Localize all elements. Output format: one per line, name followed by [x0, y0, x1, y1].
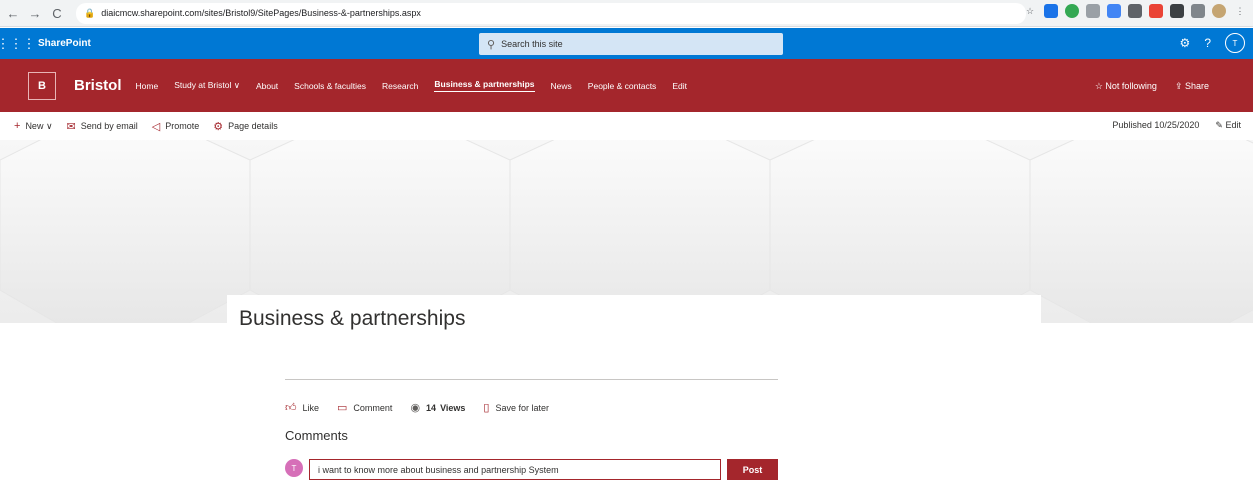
- forward-icon[interactable]: →: [26, 4, 44, 22]
- site-name[interactable]: Bristol: [74, 77, 122, 94]
- suite-actions: ⚙ ? T: [1180, 33, 1245, 53]
- app-launcher-icon[interactable]: ⋮⋮⋮: [0, 28, 36, 59]
- search-icon: ⚲: [487, 38, 496, 51]
- divider: [285, 379, 778, 380]
- edit-page-button[interactable]: ✎ Edit: [1215, 120, 1241, 131]
- lock-icon: 🔒: [84, 7, 96, 18]
- save-for-later-button[interactable]: ▯ Save for later: [483, 401, 549, 414]
- browser-menu-icon[interactable]: ⋮: [1233, 4, 1247, 18]
- promote-label: Promote: [165, 121, 200, 131]
- page-title: Business & partnerships: [239, 307, 466, 330]
- pencil-icon: ✎: [1215, 120, 1223, 130]
- share-button[interactable]: ⇪ Share: [1175, 81, 1209, 92]
- comment-input[interactable]: [309, 459, 721, 480]
- edit-label: Edit: [1225, 120, 1241, 130]
- site-header: B Bristol Home Study at Bristol ∨ About …: [0, 59, 1253, 112]
- nav-item-study[interactable]: Study at Bristol ∨: [174, 80, 240, 91]
- like-label: Like: [302, 402, 320, 413]
- settings-icon[interactable]: ⚙: [1180, 36, 1191, 50]
- comments-heading: Comments: [285, 428, 348, 443]
- nav-item-research[interactable]: Research: [382, 81, 418, 91]
- new-label: New ∨: [25, 120, 53, 131]
- comment-icon: ▭: [337, 402, 348, 414]
- header-actions: ☆ Not following ⇪ Share: [1095, 81, 1209, 92]
- url-text: diaicmcw.sharepoint.com/sites/Bristol9/S…: [101, 8, 421, 18]
- nav-item-business[interactable]: Business & partnerships: [434, 79, 535, 92]
- bookmark-star-icon[interactable]: ☆: [1023, 4, 1037, 18]
- reload-icon[interactable]: C: [48, 4, 66, 22]
- save-label: Save for later: [495, 402, 550, 413]
- gear-icon: ⚙: [213, 120, 224, 133]
- back-icon[interactable]: ←: [4, 4, 22, 22]
- site-logo[interactable]: B: [28, 71, 56, 100]
- extension-icon[interactable]: [1128, 4, 1142, 18]
- extension-icon[interactable]: [1086, 4, 1100, 18]
- plus-icon: +: [14, 120, 21, 132]
- like-button[interactable]: 👍︎ Like: [285, 401, 319, 414]
- social-bar: 👍︎ Like ▭ Comment ◉ 14 Views ▯ Save for …: [285, 401, 567, 414]
- post-button[interactable]: Post: [727, 459, 778, 480]
- nav-item-schools[interactable]: Schools & faculties: [294, 81, 366, 91]
- extension-icon[interactable]: [1044, 4, 1058, 18]
- nav-item-news[interactable]: News: [551, 81, 572, 91]
- search-placeholder: Search this site: [501, 39, 563, 49]
- avatar[interactable]: T: [1225, 33, 1245, 53]
- extension-icon[interactable]: [1065, 4, 1079, 18]
- page-details-button[interactable]: ⚙ Page details: [213, 120, 277, 133]
- views-count: 14: [426, 402, 437, 413]
- help-icon[interactable]: ?: [1204, 36, 1211, 50]
- suite-title[interactable]: SharePoint: [38, 38, 91, 49]
- address-bar[interactable]: 🔒 diaicmcw.sharepoint.com/sites/Bristol9…: [76, 2, 1026, 24]
- promote-button[interactable]: ◁ Promote: [152, 120, 199, 133]
- mail-icon: ✉: [66, 120, 76, 133]
- thumbs-up-icon: 👍︎: [285, 402, 297, 414]
- profile-avatar[interactable]: [1212, 4, 1226, 18]
- comment-label: Comment: [353, 402, 393, 413]
- new-button[interactable]: + New ∨: [14, 120, 53, 132]
- publish-status: Published 10/25/2020 ✎ Edit: [1112, 120, 1241, 131]
- bookmark-icon: ▯: [483, 402, 490, 414]
- nav-item-edit[interactable]: Edit: [672, 81, 687, 91]
- comment-button[interactable]: ▭ Comment: [337, 401, 392, 414]
- reading-list-icon[interactable]: [1191, 4, 1205, 18]
- views-indicator: ◉ 14 Views: [410, 401, 465, 414]
- suite-bar: ⋮⋮⋮ SharePoint ⚲ Search this site ⚙ ? T: [0, 28, 1253, 59]
- extension-icon[interactable]: [1149, 4, 1163, 18]
- eye-icon: ◉: [410, 402, 421, 414]
- extensions-bar: ☆ ⋮: [1023, 4, 1247, 18]
- avatar: T: [285, 459, 303, 477]
- search-input[interactable]: ⚲ Search this site: [479, 33, 783, 55]
- send-label: Send by email: [80, 121, 138, 131]
- nav-item-home[interactable]: Home: [136, 81, 159, 91]
- follow-button[interactable]: ☆ Not following: [1095, 81, 1157, 92]
- nav-item-about[interactable]: About: [256, 81, 278, 91]
- send-email-button[interactable]: ✉ Send by email: [67, 120, 138, 133]
- extension-icon[interactable]: [1107, 4, 1121, 18]
- nav-item-people[interactable]: People & contacts: [588, 81, 657, 91]
- puzzle-icon[interactable]: [1170, 4, 1184, 18]
- megaphone-icon: ◁: [151, 120, 161, 133]
- views-label: Views: [440, 402, 466, 413]
- browser-toolbar: ← → C 🔒 diaicmcw.sharepoint.com/sites/Br…: [0, 0, 1253, 27]
- details-label: Page details: [228, 121, 278, 131]
- command-bar: + New ∨ ✉ Send by email ◁ Promote ⚙ Page…: [0, 112, 1253, 140]
- published-label: Published 10/25/2020: [1112, 120, 1200, 130]
